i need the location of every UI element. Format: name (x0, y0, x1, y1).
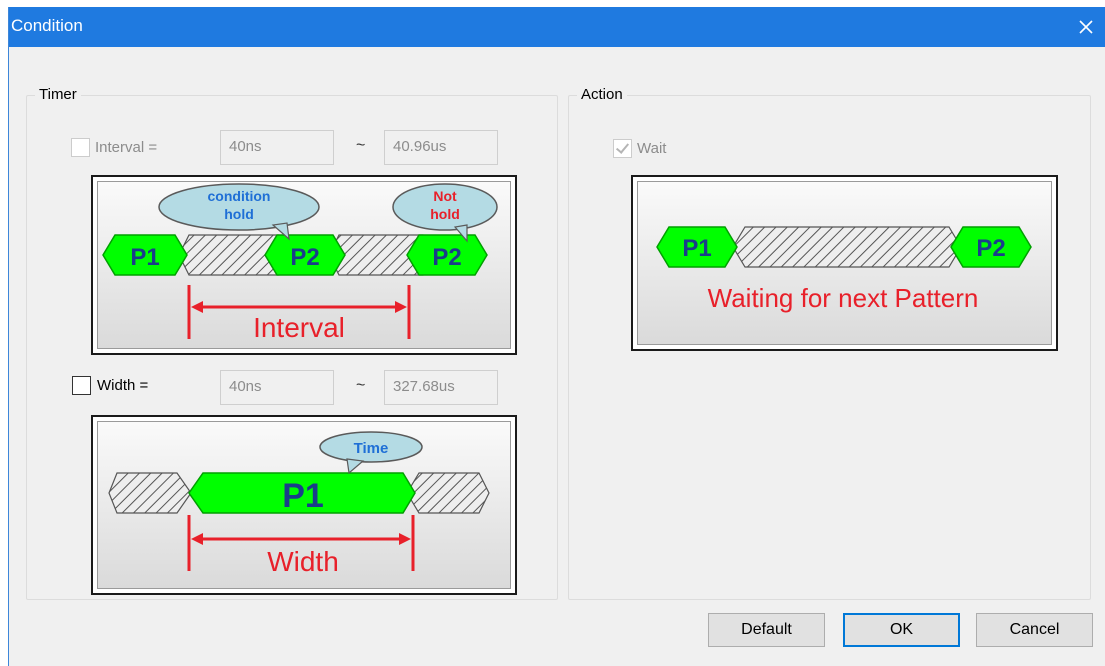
timer-group: Timer Interval = 40ns ~ 40.96us P1 P2 P2… (26, 86, 558, 600)
interval-label: Interval = (95, 139, 158, 156)
width-checkbox[interactable] (72, 376, 91, 395)
action-legend: Action (577, 86, 627, 103)
width-min-field[interactable]: 40ns (220, 370, 334, 405)
action-group: Action Wait P1 P2 Waiting for next Patte… (568, 86, 1091, 600)
svg-text:condition: condition (208, 188, 271, 204)
width-max-field[interactable]: 327.68us (384, 370, 498, 405)
time-bubble: Time (319, 431, 423, 475)
interval-p2a-label: P2 (290, 244, 319, 271)
timer-legend: Timer (35, 86, 81, 103)
width-label: Width = (97, 377, 149, 394)
svg-text:hold: hold (224, 206, 254, 222)
ok-button[interactable]: OK (843, 613, 960, 647)
width-tilde: ~ (356, 377, 366, 394)
interval-diagram: P1 P2 P2 condition hold Not hold Interva… (91, 175, 517, 355)
svg-text:Time: Time (354, 440, 389, 457)
svg-text:Not: Not (433, 188, 457, 204)
wait-label: Wait (637, 140, 667, 157)
wait-checkbox[interactable] (613, 139, 632, 158)
interval-p1-label: P1 (130, 244, 159, 271)
interval-checkbox[interactable] (71, 138, 90, 157)
width-caption: Width (267, 546, 339, 577)
width-hatch-left (108, 472, 192, 514)
width-hatch-right (406, 472, 490, 514)
svg-text:hold: hold (430, 206, 460, 222)
interval-caption: Interval (253, 312, 345, 343)
action-hatch (732, 226, 962, 268)
interval-min-field[interactable]: 40ns (220, 130, 334, 165)
close-button[interactable] (1066, 7, 1105, 47)
close-icon (1079, 20, 1093, 34)
action-p1-label: P1 (682, 235, 711, 262)
condition-hold-bubble: condition hold (158, 183, 320, 241)
condition-dialog: Condition Timer Interval = 40ns ~ 40.96u… (8, 7, 1105, 666)
action-p2-label: P2 (976, 235, 1005, 262)
interval-tilde: ~ (356, 137, 366, 154)
width-diagram: P1 Time Width (91, 415, 517, 595)
not-hold-bubble: Not hold (392, 183, 498, 243)
cancel-button[interactable]: Cancel (976, 613, 1093, 647)
dialog-title: Condition (11, 16, 83, 35)
default-button[interactable]: Default (708, 613, 825, 647)
width-p1-label: P1 (282, 477, 324, 515)
action-caption: Waiting for next Pattern (708, 283, 979, 313)
action-diagram: P1 P2 Waiting for next Pattern (631, 175, 1058, 351)
interval-max-field[interactable]: 40.96us (384, 130, 498, 165)
title-bar: Condition (9, 7, 1105, 47)
interval-p2b-label: P2 (432, 244, 461, 271)
